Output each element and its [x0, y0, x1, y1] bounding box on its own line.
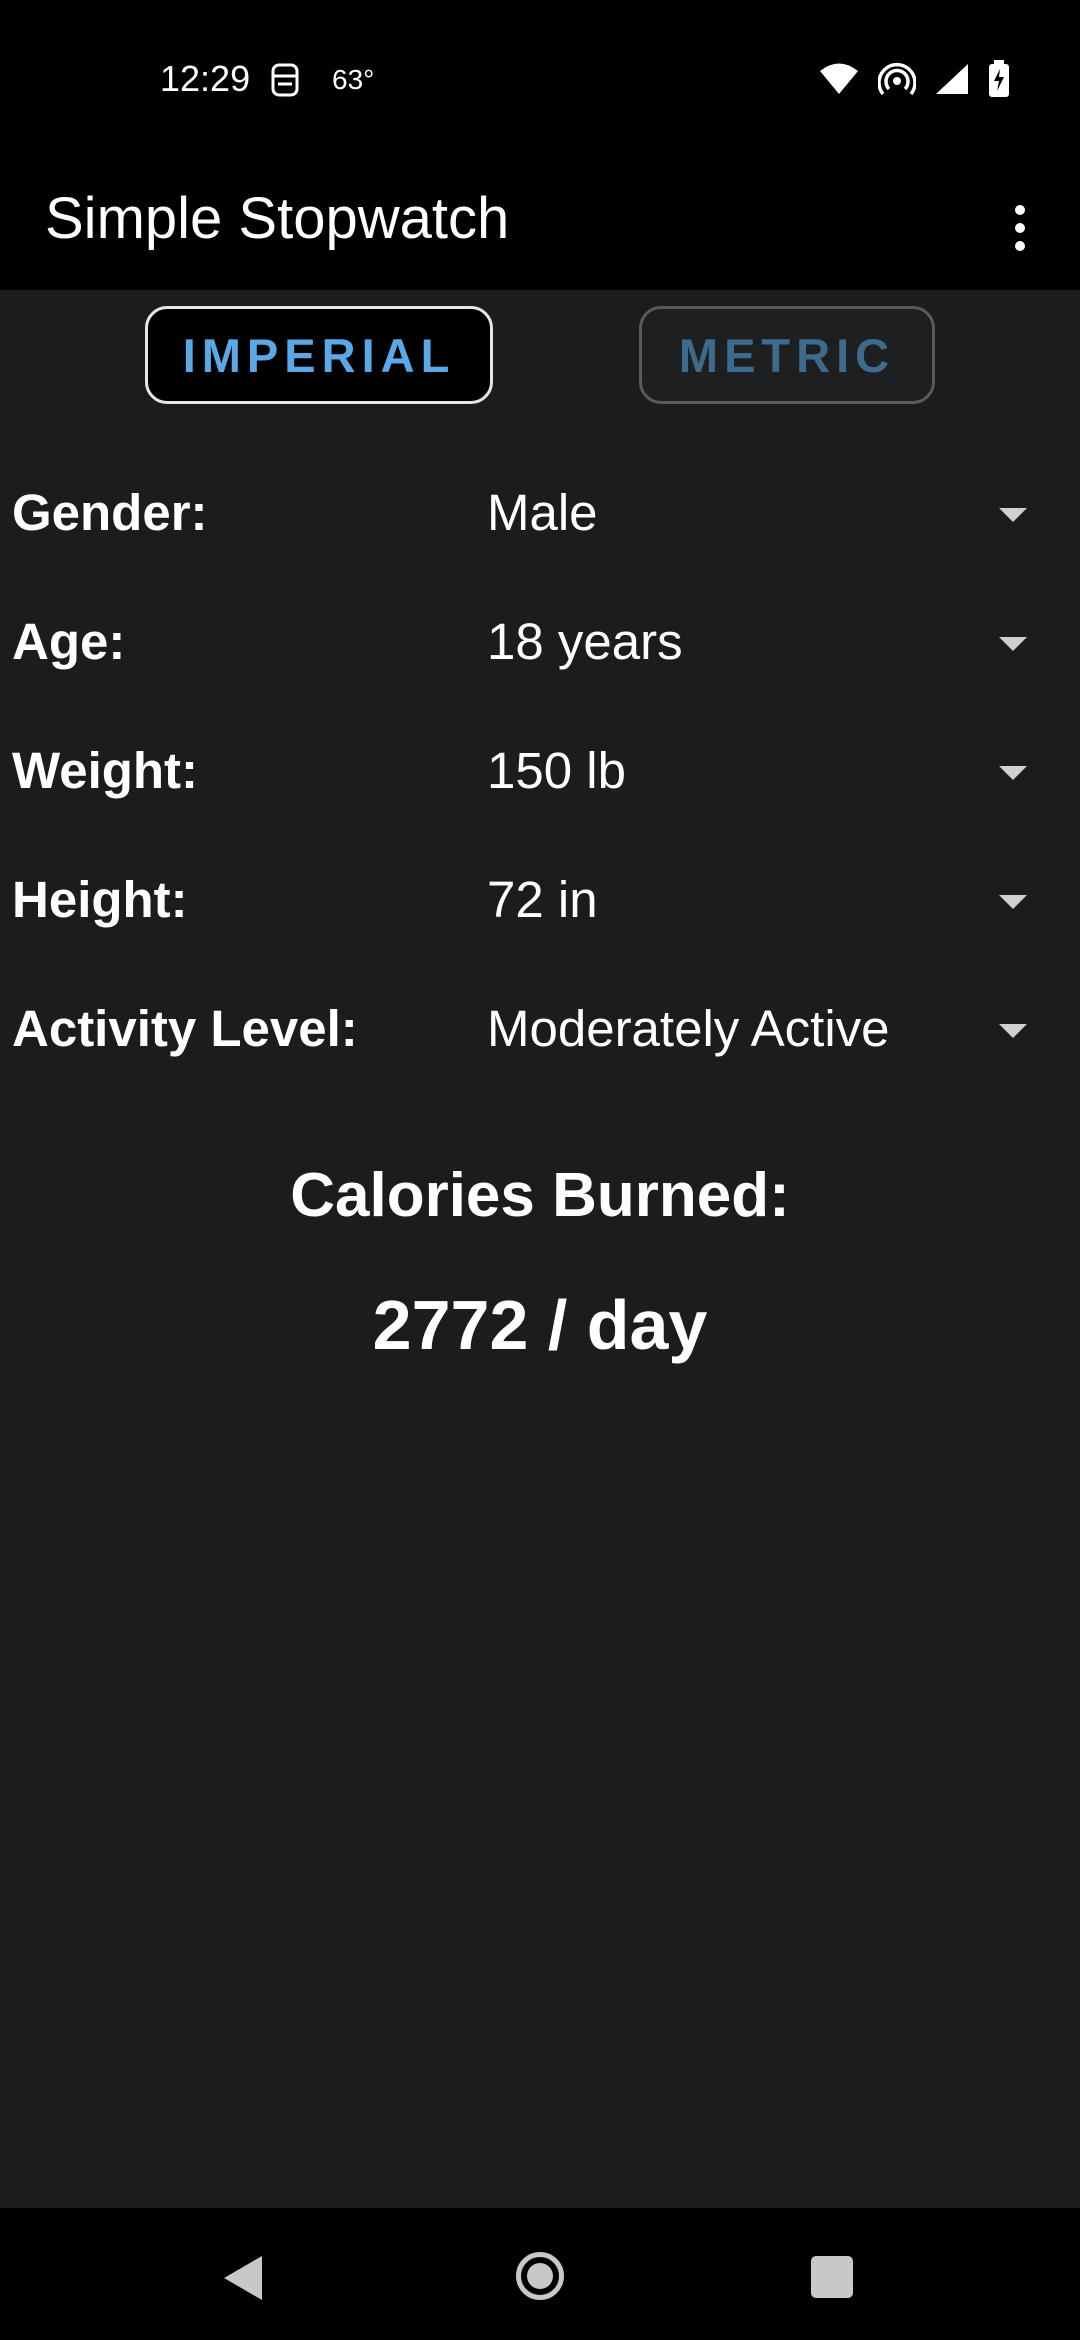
hotspot-icon [877, 61, 917, 102]
dropdown-arrow-icon[interactable] [999, 1024, 1027, 1038]
gender-row: Gender: Male [0, 455, 1080, 565]
signal-icon [934, 62, 970, 101]
battery-charging-icon [988, 60, 1010, 103]
calories-value: 2772 / day [372, 1286, 708, 1364]
gender-dropdown[interactable]: Male [487, 483, 598, 542]
weight-row: Weight: 150 lb [0, 713, 1080, 823]
age-dropdown[interactable]: 18 years [487, 612, 683, 671]
age-row: Age: 18 years [0, 584, 1080, 694]
gender-label: Gender: [12, 484, 208, 541]
dropdown-arrow-icon[interactable] [999, 895, 1027, 909]
weight-dropdown[interactable]: 150 lb [487, 741, 626, 800]
calories-title: Calories Burned: [290, 1161, 790, 1230]
activity-dropdown[interactable]: Moderately Active [487, 999, 890, 1058]
more-vert-icon[interactable] [980, 185, 1060, 270]
app-title: Simple Stopwatch [45, 186, 510, 251]
dropdown-arrow-icon[interactable] [999, 766, 1027, 780]
metric-button[interactable]: METRIC [639, 306, 935, 404]
home-icon[interactable] [516, 2252, 564, 2300]
status-time: 12:29 [160, 58, 251, 99]
app-bar: Simple Stopwatch [0, 165, 1080, 290]
dropdown-arrow-icon[interactable] [999, 508, 1027, 522]
height-dropdown[interactable]: 72 in [487, 870, 598, 929]
height-label: Height: [12, 871, 188, 928]
height-row: Height: 72 in [0, 842, 1080, 952]
activity-row: Activity Level: Moderately Active [0, 971, 1080, 1081]
notification-icon [268, 62, 302, 103]
system-nav-bar [0, 2208, 1080, 2340]
back-icon[interactable] [224, 2256, 262, 2300]
status-bar: 12:29 63° [0, 0, 1080, 165]
dropdown-arrow-icon[interactable] [999, 637, 1027, 651]
recents-icon[interactable] [811, 2256, 853, 2298]
wifi-icon [818, 62, 860, 101]
imperial-button[interactable]: IMPERIAL [145, 306, 493, 404]
weather-temperature: 63° [332, 64, 375, 95]
weight-label: Weight: [12, 742, 199, 799]
activity-label: Activity Level: [12, 1000, 358, 1057]
age-label: Age: [12, 613, 126, 670]
